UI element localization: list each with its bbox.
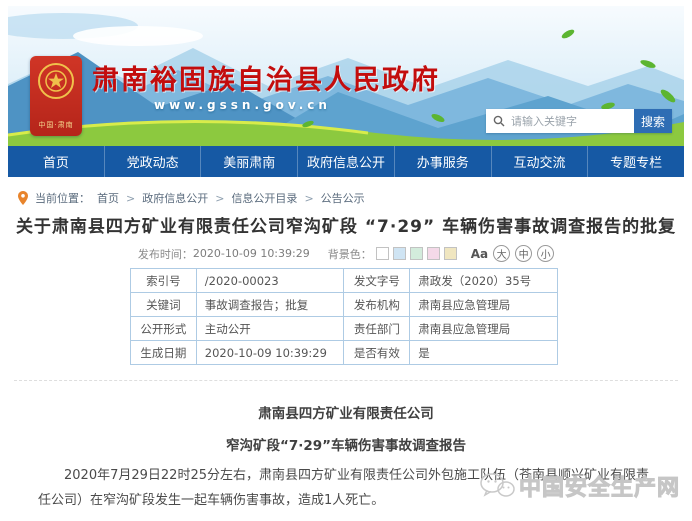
breadcrumb-announcements[interactable]: 公告公示 [321, 190, 365, 206]
nav-item-beautiful-sunan[interactable]: 美丽肃南 [200, 146, 297, 177]
doc-number-label: 发文字号 [344, 269, 410, 293]
bgcolor-swatch-blue[interactable] [393, 247, 406, 260]
document-heading-report: 窄沟矿段“7·29”车辆伤害事故调查报告 [0, 434, 692, 454]
document-paragraph: 2020年7月29日22时25分左右，肃南县四方矿业有限责任公司外包施工队伍（苍… [38, 463, 656, 514]
nav-item-interaction[interactable]: 互动交流 [491, 146, 588, 177]
site-banner: 中国·肃南 肃南裕固族自治县人民政府 www.gssn.gov.cn 请输入关键… [8, 6, 684, 146]
breadcrumb-info-catalog[interactable]: 信息公开目录 [231, 190, 297, 206]
bgcolor-label: 背景色： [328, 246, 372, 262]
nav-item-party-news[interactable]: 党政动态 [104, 146, 201, 177]
doc-number-value: 肃政发（2020）35号 [410, 269, 558, 293]
index-number-label: 索引号 [131, 269, 197, 293]
page-title: 关于肃南县四方矿业有限责任公司窄沟矿段 “7·29” 车辆伤害事故调查报告的批复 [0, 212, 692, 237]
nav-item-home[interactable]: 首页 [8, 146, 104, 177]
font-size-small-button[interactable]: 小 [537, 245, 554, 262]
national-emblem-icon [38, 63, 74, 99]
location-pin-icon [18, 191, 28, 205]
index-number-value: /2020-00023 [196, 269, 344, 293]
site-url: www.gssn.gov.cn [154, 98, 331, 112]
table-row: 索引号 /2020-00023 发文字号 肃政发（2020）35号 [131, 269, 558, 293]
breadcrumb-separator: > [126, 192, 135, 205]
font-size-medium-button[interactable]: 中 [515, 245, 532, 262]
search-input[interactable]: 请输入关键字 [486, 109, 634, 133]
document-info-table: 索引号 /2020-00023 发文字号 肃政发（2020）35号 关键词 事故… [130, 268, 558, 365]
nav-item-services[interactable]: 办事服务 [394, 146, 491, 177]
creation-date-value: 2020-10-09 10:39:29 [196, 341, 344, 365]
font-size-icon[interactable]: Aa [471, 247, 488, 261]
disclosure-form-value: 主动公开 [196, 317, 344, 341]
table-row: 生成日期 2020-10-09 10:39:29 是否有效 是 [131, 341, 558, 365]
search-placeholder: 请输入关键字 [511, 113, 577, 129]
publish-time-label: 发布时间： [138, 246, 193, 262]
table-row: 公开形式 主动公开 责任部门 肃南县应急管理局 [131, 317, 558, 341]
responsible-dept-label: 责任部门 [344, 317, 410, 341]
page: 中国·肃南 肃南裕固族自治县人民政府 www.gssn.gov.cn 请输入关键… [0, 0, 692, 521]
validity-label: 是否有效 [344, 341, 410, 365]
nav-item-gov-info[interactable]: 政府信息公开 [297, 146, 394, 177]
bgcolor-swatch-tan[interactable] [444, 247, 457, 260]
breadcrumb: 当前位置： 首页 > 政府信息公开 > 信息公开目录 > 公告公示 [18, 190, 365, 206]
creation-date-label: 生成日期 [131, 341, 197, 365]
breadcrumb-separator: > [304, 192, 313, 205]
keywords-label: 关键词 [131, 293, 197, 317]
main-nav: 首页 党政动态 美丽肃南 政府信息公开 办事服务 互动交流 专题专栏 [8, 146, 684, 177]
search-icon [493, 115, 505, 127]
breadcrumb-label: 当前位置： [35, 190, 90, 206]
article-meta: 发布时间： 2020-10-09 10:39:29 背景色： Aa 大 中 小 [0, 245, 692, 262]
nav-item-special-topics[interactable]: 专题专栏 [587, 146, 684, 177]
document-heading-company: 肃南县四方矿业有限责任公司 [0, 402, 692, 422]
bgcolor-swatch-pink[interactable] [427, 247, 440, 260]
issuing-agency-value: 肃南县应急管理局 [410, 293, 558, 317]
font-size-large-button[interactable]: 大 [493, 245, 510, 262]
breadcrumb-home[interactable]: 首页 [97, 190, 119, 206]
issuing-agency-label: 发布机构 [344, 293, 410, 317]
responsible-dept-value: 肃南县应急管理局 [410, 317, 558, 341]
logo-caption: 中国·肃南 [38, 120, 73, 130]
publish-time: 2020-10-09 10:39:29 [193, 247, 310, 260]
search-button[interactable]: 搜索 [634, 109, 672, 133]
disclosure-form-label: 公开形式 [131, 317, 197, 341]
breadcrumb-separator: > [215, 192, 224, 205]
search-bar: 请输入关键字 搜索 [486, 109, 672, 133]
site-title: 肃南裕固族自治县人民政府 [92, 58, 440, 97]
site-logo[interactable]: 中国·肃南 [30, 56, 82, 136]
keywords-value: 事故调查报告；批复 [196, 293, 344, 317]
table-row: 关键词 事故调查报告；批复 发布机构 肃南县应急管理局 [131, 293, 558, 317]
bgcolor-swatch-white[interactable] [376, 247, 389, 260]
section-divider [14, 380, 678, 381]
breadcrumb-gov-info[interactable]: 政府信息公开 [142, 190, 208, 206]
validity-value: 是 [410, 341, 558, 365]
bgcolor-swatch-green[interactable] [410, 247, 423, 260]
